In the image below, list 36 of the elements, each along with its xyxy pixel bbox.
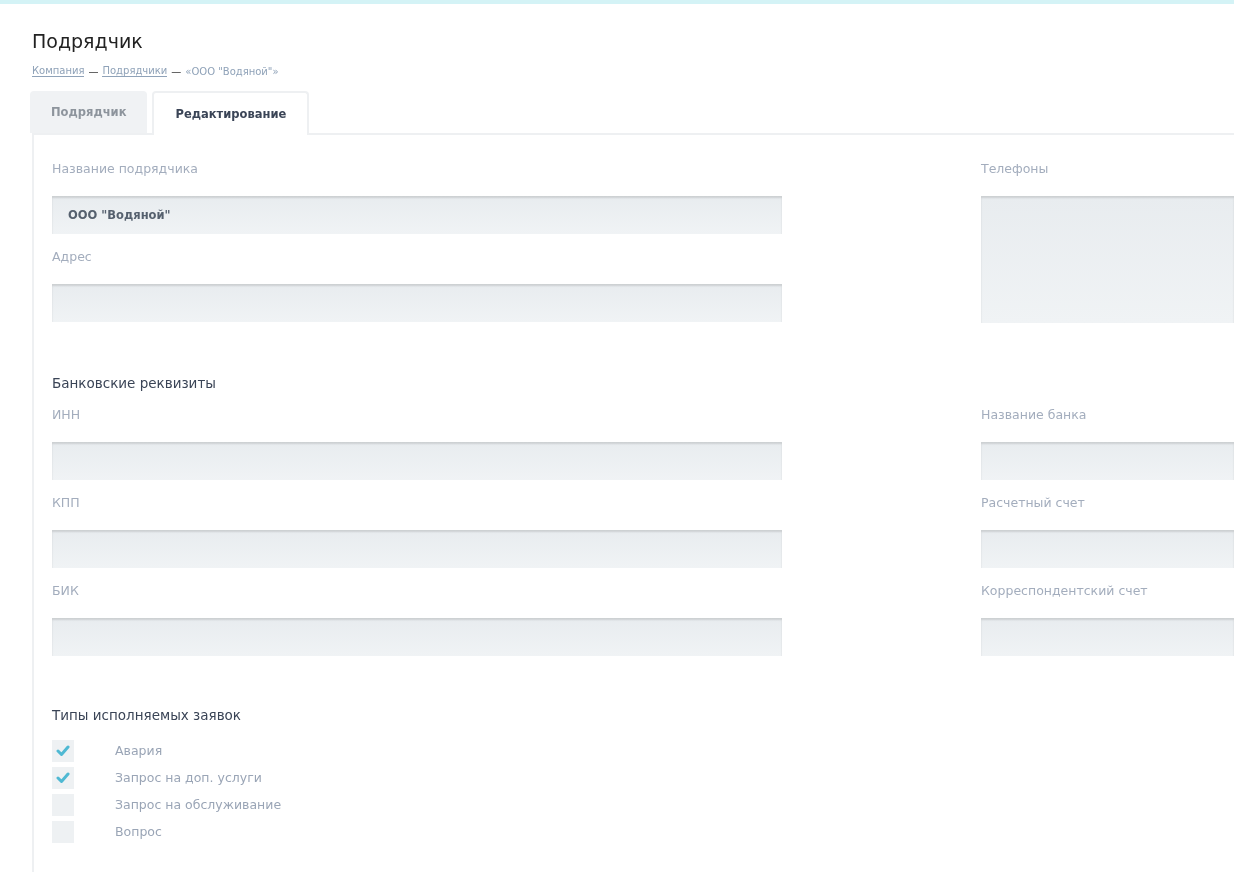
section-heading: Банковские реквизиты [52,375,217,393]
breadcrumb-separator: — [88,65,99,77]
field-label: Корреспондентский счет [981,583,1149,600]
breadcrumb-current: «ООО "Водяной"» [185,65,279,77]
section-heading: Типы исполняемых заявок [52,707,243,725]
field-label: Расчетный счет [981,495,1086,512]
input-field[interactable] [52,442,782,480]
field-label: Адрес [52,249,93,266]
tab[interactable]: Подрядчик [30,91,148,133]
input-field[interactable] [981,618,1234,656]
breadcrumb-link[interactable]: Подрядчики [102,65,168,77]
checkbox[interactable] [52,739,74,762]
breadcrumb-separator: — [171,65,182,77]
field-label: КПП [52,495,81,512]
breadcrumb-link[interactable]: Компания [32,65,85,77]
input-field[interactable] [981,530,1234,568]
field-label: Название подрядчика [52,161,199,178]
input-field[interactable] [981,442,1234,480]
checkbox-label: Запрос на обслуживание [115,797,282,812]
input-field[interactable] [52,618,782,656]
checkbox-label: Авария [115,743,163,758]
page-title: Подрядчик [32,30,144,54]
checkbox-label: Вопрос [115,824,162,839]
checkbox-label: Запрос на доп. услуги [115,770,262,785]
field-label: Телефоны [981,161,1050,178]
input-field[interactable] [52,284,782,322]
checkbox[interactable] [52,766,74,789]
input-field[interactable] [981,196,1234,323]
checkmark-icon [56,772,70,783]
field-label: ИНН [52,407,82,424]
input-field[interactable] [52,530,782,568]
field-label: БИК [52,583,80,600]
input-field[interactable]: ООО "Водяной" [52,196,782,234]
tab[interactable]: Редактирование [152,91,310,135]
checkmark-icon [56,745,70,756]
field-label: Название банка [981,407,1088,424]
